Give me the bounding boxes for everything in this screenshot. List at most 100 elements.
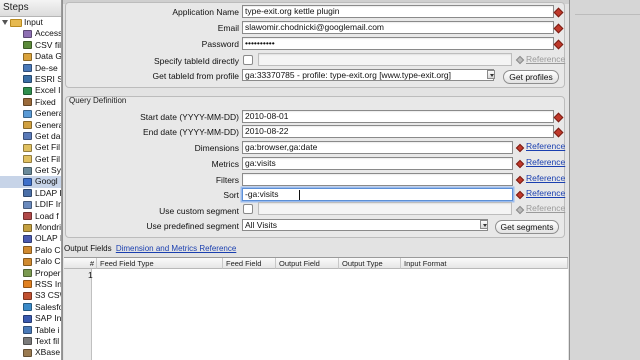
step-item-label: Access: [35, 28, 61, 39]
step-item[interactable]: ESRI S: [0, 74, 61, 85]
step-item-label: Fixed: [35, 96, 56, 107]
step-item[interactable]: S3 CS\: [0, 290, 61, 301]
dimensions-reference-link[interactable]: Reference: [526, 141, 565, 151]
step-item-label: Text fil: [35, 335, 60, 346]
step-item-label: CSV fil: [35, 39, 61, 50]
filters-reference-link[interactable]: Reference: [526, 173, 565, 183]
step-item[interactable]: CSV fil: [0, 40, 61, 51]
step-item[interactable]: Proper: [0, 268, 61, 279]
step-icon: [23, 166, 32, 175]
step-item[interactable]: Palo C: [0, 256, 61, 267]
step-icon: [23, 269, 32, 278]
step-icon: [23, 223, 32, 232]
dimension-metrics-reference-link[interactable]: Dimension and Metrics Reference: [116, 244, 237, 253]
step-item[interactable]: Text fil: [0, 336, 61, 347]
step-item[interactable]: Palo C: [0, 245, 61, 256]
start-date-field[interactable]: 2010-08-01: [242, 110, 554, 123]
custom-segment-reference-link[interactable]: Reference: [526, 203, 565, 213]
step-item[interactable]: LDAP I: [0, 188, 61, 199]
filters-field[interactable]: [242, 173, 513, 186]
start-date-label: Start date (YYYY-MM-DD): [140, 112, 239, 122]
step-icon: [23, 86, 32, 95]
tree-folder-input[interactable]: Input: [0, 17, 61, 28]
custom-segment-label: Use custom segment: [159, 206, 239, 216]
step-item[interactable]: Get Fil: [0, 154, 61, 165]
steps-panel-title: Steps: [0, 0, 61, 17]
step-item[interactable]: Get Fil: [0, 142, 61, 153]
password-label: Password: [201, 39, 239, 49]
step-icon: [23, 314, 32, 323]
step-item[interactable]: Table i: [0, 325, 61, 336]
end-date-label: End date (YYYY-MM-DD): [142, 127, 239, 137]
step-item-label: OLAP I: [35, 233, 61, 244]
dimensions-field[interactable]: ga:browser,ga:date: [242, 141, 513, 154]
column-header-feed-field-type[interactable]: Feed Field Type: [97, 258, 223, 269]
dimensions-label: Dimensions: [194, 143, 239, 153]
step-icon: [23, 326, 32, 335]
step-item[interactable]: De-se: [0, 63, 61, 74]
get-segments-button[interactable]: Get segments: [495, 220, 559, 234]
column-header-output-field[interactable]: Output Field: [276, 258, 339, 269]
column-header-input-format[interactable]: Input Format: [401, 258, 568, 269]
step-item[interactable]: RSS In: [0, 279, 61, 290]
step-item-label: Palo C: [35, 244, 61, 255]
step-item[interactable]: Mondri: [0, 222, 61, 233]
step-item[interactable]: Get Sy: [0, 165, 61, 176]
get-profiles-button[interactable]: Get profiles: [503, 70, 559, 84]
specify-tableid-checkbox[interactable]: [243, 55, 253, 65]
step-item[interactable]: Get da: [0, 131, 61, 142]
step-icon: [23, 132, 32, 141]
step-icon: [23, 29, 32, 38]
step-item[interactable]: Access: [0, 28, 61, 39]
step-icon: [23, 155, 32, 164]
specify-tableid-label: Specify tableId directly: [153, 56, 239, 66]
step-item[interactable]: LDIF In: [0, 199, 61, 210]
sort-label: Sort: [223, 190, 239, 200]
step-item[interactable]: Salesfo: [0, 302, 61, 313]
sort-reference-link[interactable]: Reference: [526, 188, 565, 198]
predefined-segment-select[interactable]: All Visits: [242, 219, 488, 231]
step-item-label: RSS In: [35, 278, 61, 289]
step-item[interactable]: Genera: [0, 120, 61, 131]
tableid-reference-link[interactable]: Reference: [526, 54, 565, 64]
column-header-output-type[interactable]: Output Type: [339, 258, 401, 269]
step-icon: [23, 200, 32, 209]
step-icon: [23, 234, 32, 243]
profile-select[interactable]: ga:33370785 - profile: type-exit.org [ww…: [242, 69, 494, 81]
expand-arrow-icon[interactable]: [2, 20, 8, 25]
dropdown-arrow-icon[interactable]: [487, 70, 495, 79]
email-field[interactable]: slawomir.chodnicki@googlemail.com: [242, 21, 554, 34]
tableid-field[interactable]: [258, 53, 512, 66]
step-item-label: Salesfo: [35, 301, 61, 312]
step-item[interactable]: Fixed: [0, 97, 61, 108]
metrics-reference-link[interactable]: Reference: [526, 157, 565, 167]
sort-field[interactable]: -ga:visits: [242, 188, 513, 201]
steps-tree[interactable]: Input Access CSV fil Data G De-se ESRI S Exce…: [0, 17, 61, 360]
password-field[interactable]: ••••••••••: [242, 37, 554, 50]
step-item[interactable]: Data G: [0, 51, 61, 62]
row-number-column: [64, 269, 92, 360]
step-item[interactable]: Googl: [0, 176, 61, 188]
custom-segment-checkbox[interactable]: [243, 204, 253, 214]
step-icon: [23, 64, 32, 73]
metrics-field[interactable]: ga:visits: [242, 157, 513, 170]
column-header-feed-field[interactable]: Feed Field: [223, 258, 276, 269]
output-fields-label: Output Fields: [64, 244, 112, 253]
step-item-label: Data G: [35, 51, 61, 62]
application-name-field[interactable]: type-exit.org kettle plugin: [242, 5, 554, 18]
step-item-label: Genera: [35, 119, 61, 130]
email-label: Email: [217, 23, 239, 33]
step-item[interactable]: XBase: [0, 347, 61, 358]
step-item[interactable]: Genera: [0, 108, 61, 119]
step-item[interactable]: Load f: [0, 211, 61, 222]
dropdown-arrow-icon[interactable]: [480, 220, 488, 229]
step-item[interactable]: OLAP I: [0, 233, 61, 244]
end-date-field[interactable]: 2010-08-22: [242, 125, 554, 138]
custom-segment-field[interactable]: [258, 202, 512, 215]
column-header-number[interactable]: #: [64, 258, 97, 269]
step-item[interactable]: SAP In: [0, 313, 61, 324]
step-item-label: Mondri: [35, 222, 61, 233]
row-number: 1: [88, 270, 93, 280]
output-fields-table: # Feed Field Type Feed Field Output Fiel…: [64, 257, 568, 360]
step-item[interactable]: Excel I: [0, 85, 61, 96]
